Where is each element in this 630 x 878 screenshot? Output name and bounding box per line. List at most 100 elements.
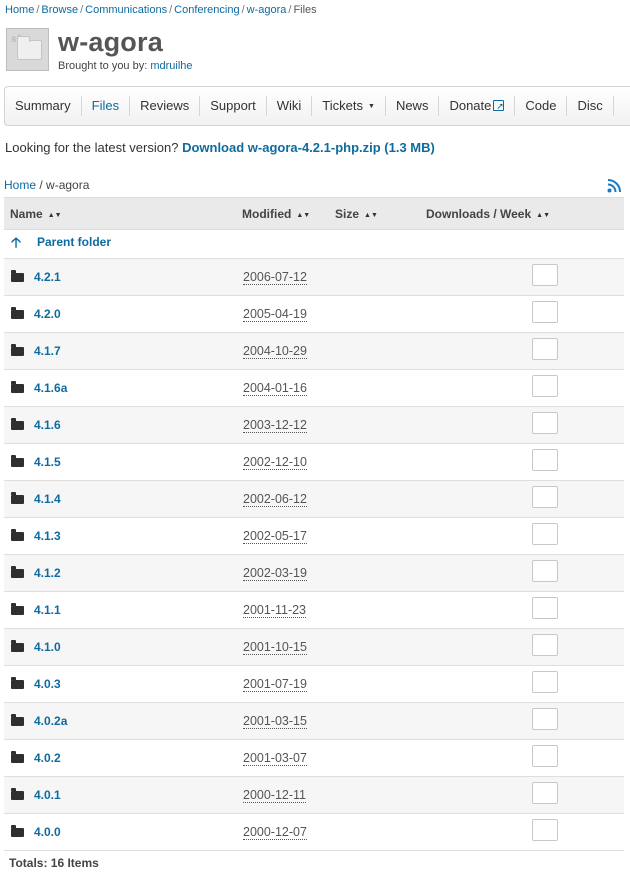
column-header-size[interactable]: Size ▲▼ (329, 197, 420, 230)
modified-date: 2006-07-12 (243, 270, 307, 285)
column-header-downloads[interactable]: Downloads / Week ▲▼ (420, 197, 624, 230)
folder-link[interactable]: 4.1.6a (34, 381, 67, 395)
column-header-name[interactable]: Name ▲▼ (4, 197, 236, 230)
size-cell (329, 480, 420, 518)
folder-link[interactable]: 4.0.0 (34, 825, 61, 839)
totals-summary: Totals: 16 Items (9, 856, 99, 870)
size-cell (329, 813, 420, 851)
table-row[interactable]: 4.1.22002-03-190 (4, 554, 624, 592)
parent-folder-link[interactable]: Parent folder (37, 235, 111, 249)
downloads-sparkline (532, 782, 558, 804)
external-link-icon (493, 96, 505, 116)
byline-label: Brought to you by: (58, 60, 148, 72)
folder-link[interactable]: 4.0.3 (34, 677, 61, 691)
size-cell (329, 517, 420, 555)
table-row[interactable]: 4.1.62003-12-120 (4, 406, 624, 444)
tab-summary[interactable]: Summary (5, 96, 82, 116)
table-row[interactable]: 4.0.2a2001-03-150 (4, 702, 624, 740)
tab-donate[interactable]: Donate (439, 96, 516, 116)
tab-discussion[interactable]: Disc (567, 96, 614, 116)
breadcrumb-communications[interactable]: Communications (85, 4, 167, 16)
size-cell (329, 443, 420, 481)
size-cell (329, 591, 420, 629)
downloads-sparkline (532, 745, 558, 767)
breadcrumb-conferencing[interactable]: Conferencing (174, 4, 239, 16)
folder-link[interactable]: 4.0.2 (34, 751, 61, 765)
table-row[interactable]: 4.1.02001-10-150 (4, 628, 624, 666)
tab-files[interactable]: Files (82, 96, 131, 116)
table-row[interactable]: 4.1.6a2004-01-160 (4, 369, 624, 407)
size-cell (329, 369, 420, 407)
parent-folder-row: 🡡 Parent folder (4, 229, 624, 259)
tab-donate-label: Donate (449, 98, 492, 113)
author-link[interactable]: mdruilhe (150, 60, 192, 72)
folder-link[interactable]: 4.1.0 (34, 640, 61, 654)
table-row[interactable]: 4.1.12001-11-230 (4, 591, 624, 629)
folder-link[interactable]: 4.1.1 (34, 603, 61, 617)
table-row[interactable]: 4.0.12000-12-110 (4, 776, 624, 814)
table-row[interactable]: 4.1.32002-05-170 (4, 517, 624, 555)
column-header-name-label: Name (10, 206, 43, 221)
folder-link[interactable]: 4.1.4 (34, 492, 61, 506)
downloads-sparkline (532, 708, 558, 730)
folder-link[interactable]: 4.1.5 (34, 455, 61, 469)
table-row[interactable]: 4.1.42002-06-120 (4, 480, 624, 518)
folder-icon (11, 603, 24, 615)
path-current: w-agora (46, 178, 90, 192)
breadcrumb: Home / Browse / Communications / Conferencing /… (5, 4, 317, 16)
downloads-sparkline (532, 412, 558, 434)
table-row[interactable]: 4.2.12006-07-120 (4, 258, 624, 296)
breadcrumb-browse[interactable]: Browse (41, 4, 78, 16)
download-latest-link[interactable]: Download w-agora-4.2.1-php.zip (1.3 MB) (182, 140, 435, 155)
breadcrumb-home[interactable]: Home (5, 4, 34, 16)
table-row[interactable]: 4.0.22001-03-070 (4, 739, 624, 777)
modified-date: 2004-01-16 (243, 381, 307, 396)
sort-icon: ▲▼ (364, 211, 378, 219)
size-cell (329, 554, 420, 592)
modified-date: 2000-12-07 (243, 825, 307, 840)
table-row[interactable]: 4.1.52002-12-100 (4, 443, 624, 481)
folder-link[interactable]: 4.2.0 (34, 307, 61, 321)
breadcrumb-project[interactable]: w-agora (247, 4, 287, 16)
table-row[interactable]: 4.0.32001-07-190 (4, 665, 624, 703)
tab-tickets[interactable]: Tickets ▼ (312, 96, 386, 116)
folder-link[interactable]: 4.1.6 (34, 418, 61, 432)
tab-support[interactable]: Support (200, 96, 267, 116)
downloads-sparkline (532, 375, 558, 397)
folder-link[interactable]: 4.1.7 (34, 344, 61, 358)
folder-link[interactable]: 4.2.1 (34, 270, 61, 284)
modified-date: 2003-12-12 (243, 418, 307, 433)
folder-link[interactable]: 4.1.2 (34, 566, 61, 580)
path-separator: / (39, 178, 43, 192)
folder-icon (11, 344, 24, 356)
folder-icon (11, 677, 24, 689)
modified-date: 2000-12-11 (243, 788, 307, 803)
modified-date: 2001-07-19 (243, 677, 307, 692)
column-header-downloads-label: Downloads / Week (426, 206, 532, 221)
downloads-sparkline (532, 634, 558, 656)
table-row[interactable]: 4.1.72004-10-290 (4, 332, 624, 370)
folder-icon (11, 270, 24, 282)
tab-wiki[interactable]: Wiki (267, 96, 313, 116)
sort-icon: ▲▼ (536, 211, 550, 219)
rss-icon[interactable] (607, 179, 621, 193)
size-cell (329, 258, 420, 296)
downloads-sparkline (532, 486, 558, 508)
folder-icon (11, 825, 24, 837)
modified-date: 2005-04-19 (243, 307, 307, 322)
column-header-modified[interactable]: Modified ▲▼ (236, 197, 329, 230)
tab-news[interactable]: News (386, 96, 440, 116)
folder-link[interactable]: 4.1.3 (34, 529, 61, 543)
modified-date: 2002-06-12 (243, 492, 307, 507)
tab-reviews[interactable]: Reviews (130, 96, 201, 116)
modified-date: 2002-05-17 (243, 529, 307, 544)
table-row[interactable]: 4.0.02000-12-070 (4, 813, 624, 851)
path-home-link[interactable]: Home (4, 178, 36, 192)
tab-code[interactable]: Code (515, 96, 568, 116)
downloads-sparkline (532, 523, 558, 545)
table-header-row: Name ▲▼ Modified ▲▼ Size ▲▼ Downloads / Wee… (4, 197, 624, 230)
folder-link[interactable]: 4.0.1 (34, 788, 61, 802)
table-row[interactable]: 4.2.02005-04-190 (4, 295, 624, 333)
folder-link[interactable]: 4.0.2a (34, 714, 67, 728)
project-tabs: Summary Files Reviews Support Wiki Ticke… (4, 86, 630, 126)
